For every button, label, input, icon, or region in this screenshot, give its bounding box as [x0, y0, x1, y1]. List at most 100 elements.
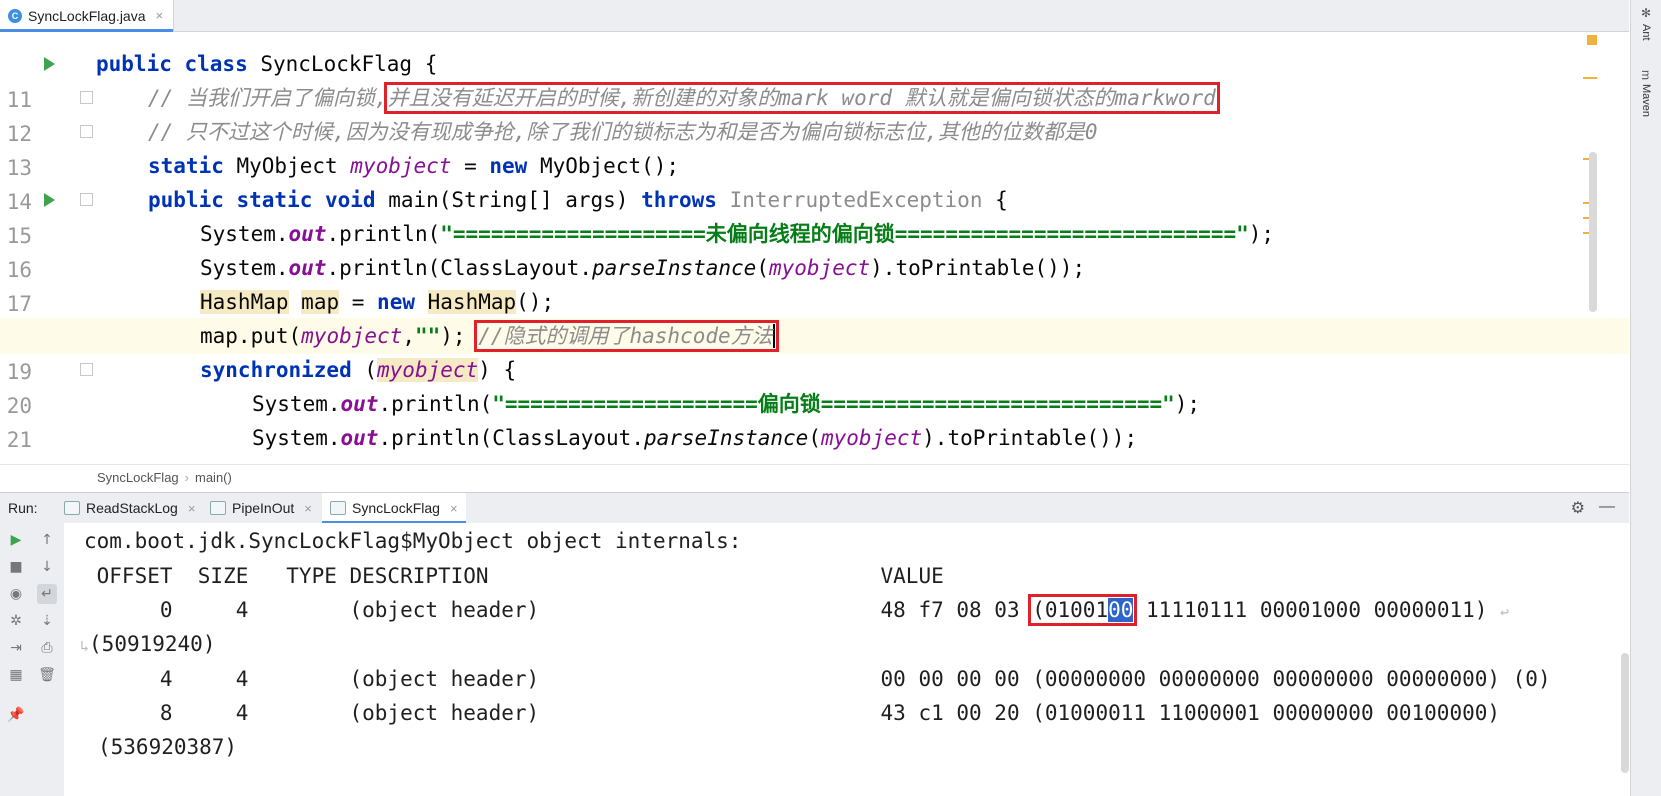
code-line[interactable]: 18 HashMap map = new HashMap(); — [0, 284, 1629, 350]
code-line[interactable]: 11 public class SyncLockFlag { — [0, 46, 1629, 112]
clear-trash-icon[interactable]: 🗑 — [37, 665, 57, 685]
java-class-icon: C — [8, 8, 22, 23]
code-line[interactable]: 20 synchronized (myobject) { — [0, 352, 1629, 418]
type-highlight: HashMap — [427, 290, 517, 314]
type-highlight: HashMap — [200, 290, 289, 314]
print-icon[interactable]: ⎙ — [37, 638, 57, 658]
fold-icon[interactable] — [80, 91, 93, 104]
minimize-icon[interactable]: — — [1599, 498, 1615, 516]
run-tab-label: PipeInOut — [232, 500, 295, 516]
layout-icon[interactable]: ▦ — [6, 665, 26, 685]
code-text: = — [451, 154, 490, 178]
highlighted-comment: 并且没有延迟开启的时候,新创建的对象的mark word 默认就是偏向锁状态的m… — [383, 82, 1220, 114]
console-text: (50919240) — [89, 632, 216, 656]
console-columns: OFFSET SIZE TYPE DESCRIPTION VALUE — [84, 564, 944, 588]
static-method: parseInstance — [643, 426, 809, 450]
console-output[interactable]: com.boot.jdk.SyncLockFlag$MyObject objec… — [64, 523, 1629, 796]
fold-icon[interactable] — [80, 125, 93, 138]
run-tool-window-header: Run: ReadStackLog × PipeInOut × SyncLock… — [0, 492, 1629, 524]
comment: // 只不过这个时候,因为没有现成争抢,除了我们的锁标志为和是否为偏向锁标志位,… — [148, 120, 1098, 144]
debug-icon[interactable]: ✲ — [6, 611, 26, 631]
static-field: out — [288, 256, 327, 280]
code-line[interactable]: 12 // 当我们开启了偏向锁,并且没有延迟开启的时候,新创建的对象的mark … — [0, 80, 1629, 146]
code-text: , — [402, 324, 415, 348]
tab-synclockflag-java[interactable]: C SyncLockFlag.java × — [0, 0, 175, 32]
run-main-icon[interactable] — [44, 193, 55, 207]
code-text: = — [339, 290, 378, 314]
scroll-down-icon[interactable]: ↓ — [37, 557, 57, 577]
static-field: out — [288, 222, 327, 246]
maven-label: Maven — [1640, 84, 1652, 118]
code-line[interactable]: 15 public static void main(String[] args… — [0, 182, 1629, 248]
close-tab-icon[interactable]: × — [188, 501, 196, 516]
string-literal: "" — [414, 324, 441, 348]
code-line[interactable]: 22 System.out.println(ClassLayout.parseI… — [0, 420, 1629, 464]
console-text: 11110111 00001000 00000011) — [1133, 598, 1488, 622]
console-line: (536920387) — [98, 735, 238, 759]
soft-wrap-icon: ↩ — [1500, 603, 1510, 621]
code-text: ); — [440, 324, 479, 348]
keyword: new — [377, 290, 415, 314]
console-line: 4 4 (object header) 00 00 00 00 (0000000… — [84, 667, 1551, 691]
rerun-icon[interactable]: ▶ — [6, 530, 26, 550]
run-tab-label: SyncLockFlag — [352, 500, 440, 516]
highlighted-bits: (0100100 — [1028, 594, 1138, 626]
breadcrumb-class[interactable]: SyncLockFlag — [97, 470, 179, 485]
scroll-to-end-icon[interactable]: ⇣ — [37, 611, 57, 631]
scroll-up-icon[interactable]: ↑ — [37, 530, 57, 550]
close-tab-icon[interactable]: × — [304, 501, 312, 516]
breadcrumb-method[interactable]: main() — [195, 470, 232, 485]
line-number: 22 — [0, 456, 32, 464]
code-text: System. — [200, 222, 289, 246]
code-text: .println( — [326, 222, 441, 246]
code-line[interactable]: 16 System.out.println("=================… — [0, 216, 1629, 282]
camera-icon[interactable]: ◉ — [6, 584, 26, 604]
code-text: map.put( — [200, 324, 302, 348]
code-line-current[interactable]: 19 map.put(myobject,""); //隐式的调用了hashcod… — [0, 318, 1629, 384]
code-text: ) { — [478, 358, 517, 382]
code-text: .println(ClassLayout. — [326, 256, 592, 280]
run-class-icon[interactable] — [44, 57, 55, 71]
console-text: 0 4 (object header) 48 f7 08 03 — [84, 598, 1033, 622]
run-config-icon — [64, 501, 80, 515]
settings-icon[interactable]: ⚙ — [1571, 498, 1585, 518]
run-config-icon — [330, 501, 346, 515]
keyword: public static void — [148, 188, 376, 212]
editor-tab-bar: C SyncLockFlag.java × — [0, 0, 1629, 32]
code-editor[interactable]: 11 public class SyncLockFlag { 12 // 当我们… — [0, 32, 1629, 464]
stop-icon[interactable]: ■ — [6, 557, 26, 577]
code-line[interactable]: 14 static MyObject myobject = new MyObje… — [0, 148, 1629, 214]
code-text: System. — [252, 392, 341, 416]
code-line[interactable]: 17 System.out.println(ClassLayout.parseI… — [0, 250, 1629, 316]
ant-tool-button[interactable]: ✻ Ant — [1636, 6, 1656, 41]
exit-icon[interactable]: ⇥ — [6, 638, 26, 658]
keyword: public class — [96, 52, 248, 76]
exception-type: InterruptedException — [716, 188, 983, 212]
run-tab-synclockflag[interactable]: SyncLockFlag × — [322, 493, 466, 524]
run-tab-readstacklog[interactable]: ReadStackLog × — [56, 493, 203, 523]
code-line[interactable]: 13 // 只不过这个时候,因为没有现成争抢,除了我们的锁标志为和是否为偏向锁标… — [0, 114, 1629, 180]
static-field: out — [340, 392, 379, 416]
ant-icon: ✻ — [1639, 6, 1653, 20]
run-tab-pipeinout[interactable]: PipeInOut × — [202, 493, 320, 523]
pin-icon[interactable]: 📌 — [6, 705, 26, 725]
fold-icon[interactable] — [80, 193, 93, 206]
maven-tool-button[interactable]: m Maven — [1636, 70, 1656, 117]
soft-wrap-icon[interactable]: ↵ — [37, 584, 57, 604]
error-stripe-mark[interactable] — [1587, 35, 1597, 45]
code-text: MyObject(); — [527, 154, 680, 178]
code-text: MyObject — [223, 154, 351, 178]
code-text: main(String[] args) — [375, 188, 642, 212]
close-tab-icon[interactable]: × — [450, 501, 458, 516]
console-line: 8 4 (object header) 43 c1 00 20 (0100001… — [84, 701, 1501, 725]
fold-icon[interactable] — [80, 363, 93, 376]
code-text: .println(ClassLayout. — [378, 426, 644, 450]
code-line[interactable]: 21 System.out.println("=================… — [0, 386, 1629, 452]
static-field: out — [340, 426, 379, 450]
console-scrollbar[interactable] — [1621, 653, 1629, 773]
maven-icon: m — [1639, 70, 1653, 80]
close-tab-icon[interactable]: × — [156, 8, 164, 23]
run-config-icon — [210, 501, 226, 515]
